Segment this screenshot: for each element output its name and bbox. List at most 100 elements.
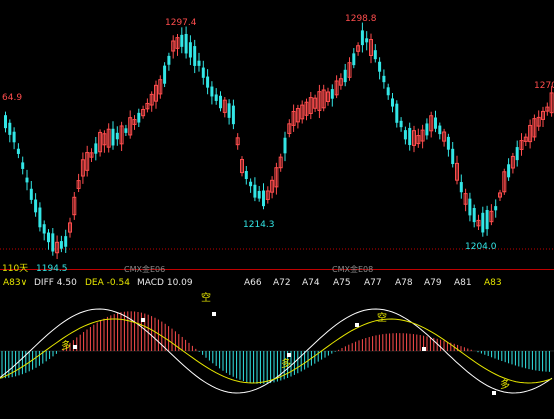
candle-body: [184, 33, 188, 54]
candle-body: [94, 143, 98, 154]
selector-label: A83: [3, 278, 21, 288]
candle-body: [382, 75, 386, 83]
price-label-high-1: 1297.4: [165, 18, 197, 28]
candle-body: [253, 184, 257, 198]
price-label-right: 1270: [534, 81, 554, 91]
crossover-marker: [141, 318, 145, 322]
contract-mark-e06: CMX金E06: [124, 265, 166, 274]
tab-a83[interactable]: A83: [484, 278, 502, 288]
candle-body: [214, 94, 218, 101]
crossover-marker: [212, 312, 216, 316]
candle-body: [244, 170, 248, 180]
candle-body: [231, 105, 235, 125]
candle-body: [180, 34, 184, 47]
candle-body: [485, 209, 489, 230]
candle-body: [451, 148, 455, 165]
candle-body: [249, 181, 253, 187]
signal-short-2: 空: [377, 313, 387, 324]
price-label-high-2: 1298.8: [345, 14, 377, 24]
price-label-low-3: 1204.0: [465, 242, 497, 252]
candle-body: [262, 190, 265, 207]
chevron-down-icon: ∨: [20, 278, 28, 288]
candle-body: [352, 53, 356, 66]
contract-mark-e08: CMX金E08: [332, 265, 374, 274]
candle-body: [16, 148, 20, 154]
signal-long-1: 空: [201, 293, 211, 304]
candle-body: [408, 127, 412, 146]
candle-body: [38, 207, 42, 228]
candle-body: [378, 61, 382, 72]
candle-body: [210, 86, 214, 97]
candle-body: [197, 60, 201, 66]
candle-body: [438, 125, 442, 135]
candle-body: [365, 38, 369, 43]
candle-body: [446, 136, 450, 150]
candle-body: [391, 98, 394, 107]
candle-body: [137, 112, 141, 123]
candlestick-panel[interactable]: [0, 0, 554, 270]
tab-a77[interactable]: A77: [364, 278, 382, 288]
candle-body: [507, 164, 511, 178]
candle-body: [8, 122, 12, 135]
candle-body: [403, 130, 407, 140]
candle-body: [330, 89, 334, 99]
candle-body: [459, 182, 463, 193]
candle-body: [395, 103, 399, 123]
tab-a78[interactable]: A78: [395, 278, 413, 288]
tab-a74[interactable]: A74: [302, 278, 320, 288]
candle-body: [434, 117, 437, 129]
crossover-marker: [492, 391, 496, 395]
candle-body: [193, 46, 197, 66]
crossover-marker: [73, 345, 77, 349]
signal-short-1: 多: [61, 341, 71, 352]
signal-long-2: 多: [281, 359, 291, 370]
candle-body: [399, 120, 403, 128]
price-label-left: 64.9: [2, 93, 23, 103]
candle-body: [111, 128, 115, 146]
price-label-low-2: 1214.3: [243, 220, 275, 230]
candle-body: [167, 55, 171, 65]
candle-body: [42, 224, 46, 234]
candle-body: [64, 236, 68, 247]
candle-body: [494, 206, 498, 211]
price-label-low-1: 1194.5: [36, 264, 68, 274]
crossover-marker: [422, 347, 426, 351]
candle-body: [188, 42, 192, 58]
macd-panel[interactable]: [0, 289, 554, 419]
candle-body: [515, 147, 519, 161]
candle-body: [59, 241, 63, 249]
candle-body: [115, 132, 119, 140]
candle-body: [124, 128, 128, 133]
candle-body: [343, 69, 347, 83]
candle-body: [206, 76, 210, 88]
chart-window[interactable]: 64.9 1297.4 1298.8 1270 1194.5 1214.3 12…: [0, 0, 554, 419]
candle-body: [34, 199, 38, 213]
indicator-selector[interactable]: A83∨: [3, 278, 27, 288]
macd-readout: MACD 10.09: [137, 278, 193, 288]
candle-body: [373, 50, 377, 60]
crossover-marker: [287, 353, 291, 357]
signal-long-3: 多: [500, 380, 510, 391]
tab-a75[interactable]: A75: [333, 278, 351, 288]
candle-body: [468, 198, 472, 216]
candle-body: [47, 232, 50, 243]
candle-body: [21, 162, 25, 169]
tab-a81[interactable]: A81: [454, 278, 472, 288]
dea-readout: DEA -0.54: [85, 278, 130, 288]
candle-body: [472, 208, 476, 223]
candle-body: [227, 103, 231, 118]
tab-a72[interactable]: A72: [273, 278, 291, 288]
crossover-marker: [355, 323, 359, 327]
candle-body: [201, 67, 205, 78]
tab-a66[interactable]: A66: [244, 278, 262, 288]
candle-body: [257, 190, 261, 199]
tab-a79[interactable]: A79: [424, 278, 442, 288]
candle-body: [360, 30, 364, 46]
candle-body: [29, 188, 33, 200]
candle-body: [163, 65, 167, 84]
candle-body: [425, 123, 429, 136]
candle-body: [51, 233, 55, 252]
candle-body: [219, 95, 222, 109]
candle-body: [12, 131, 16, 143]
diff-readout: DIFF 4.50: [34, 278, 77, 288]
